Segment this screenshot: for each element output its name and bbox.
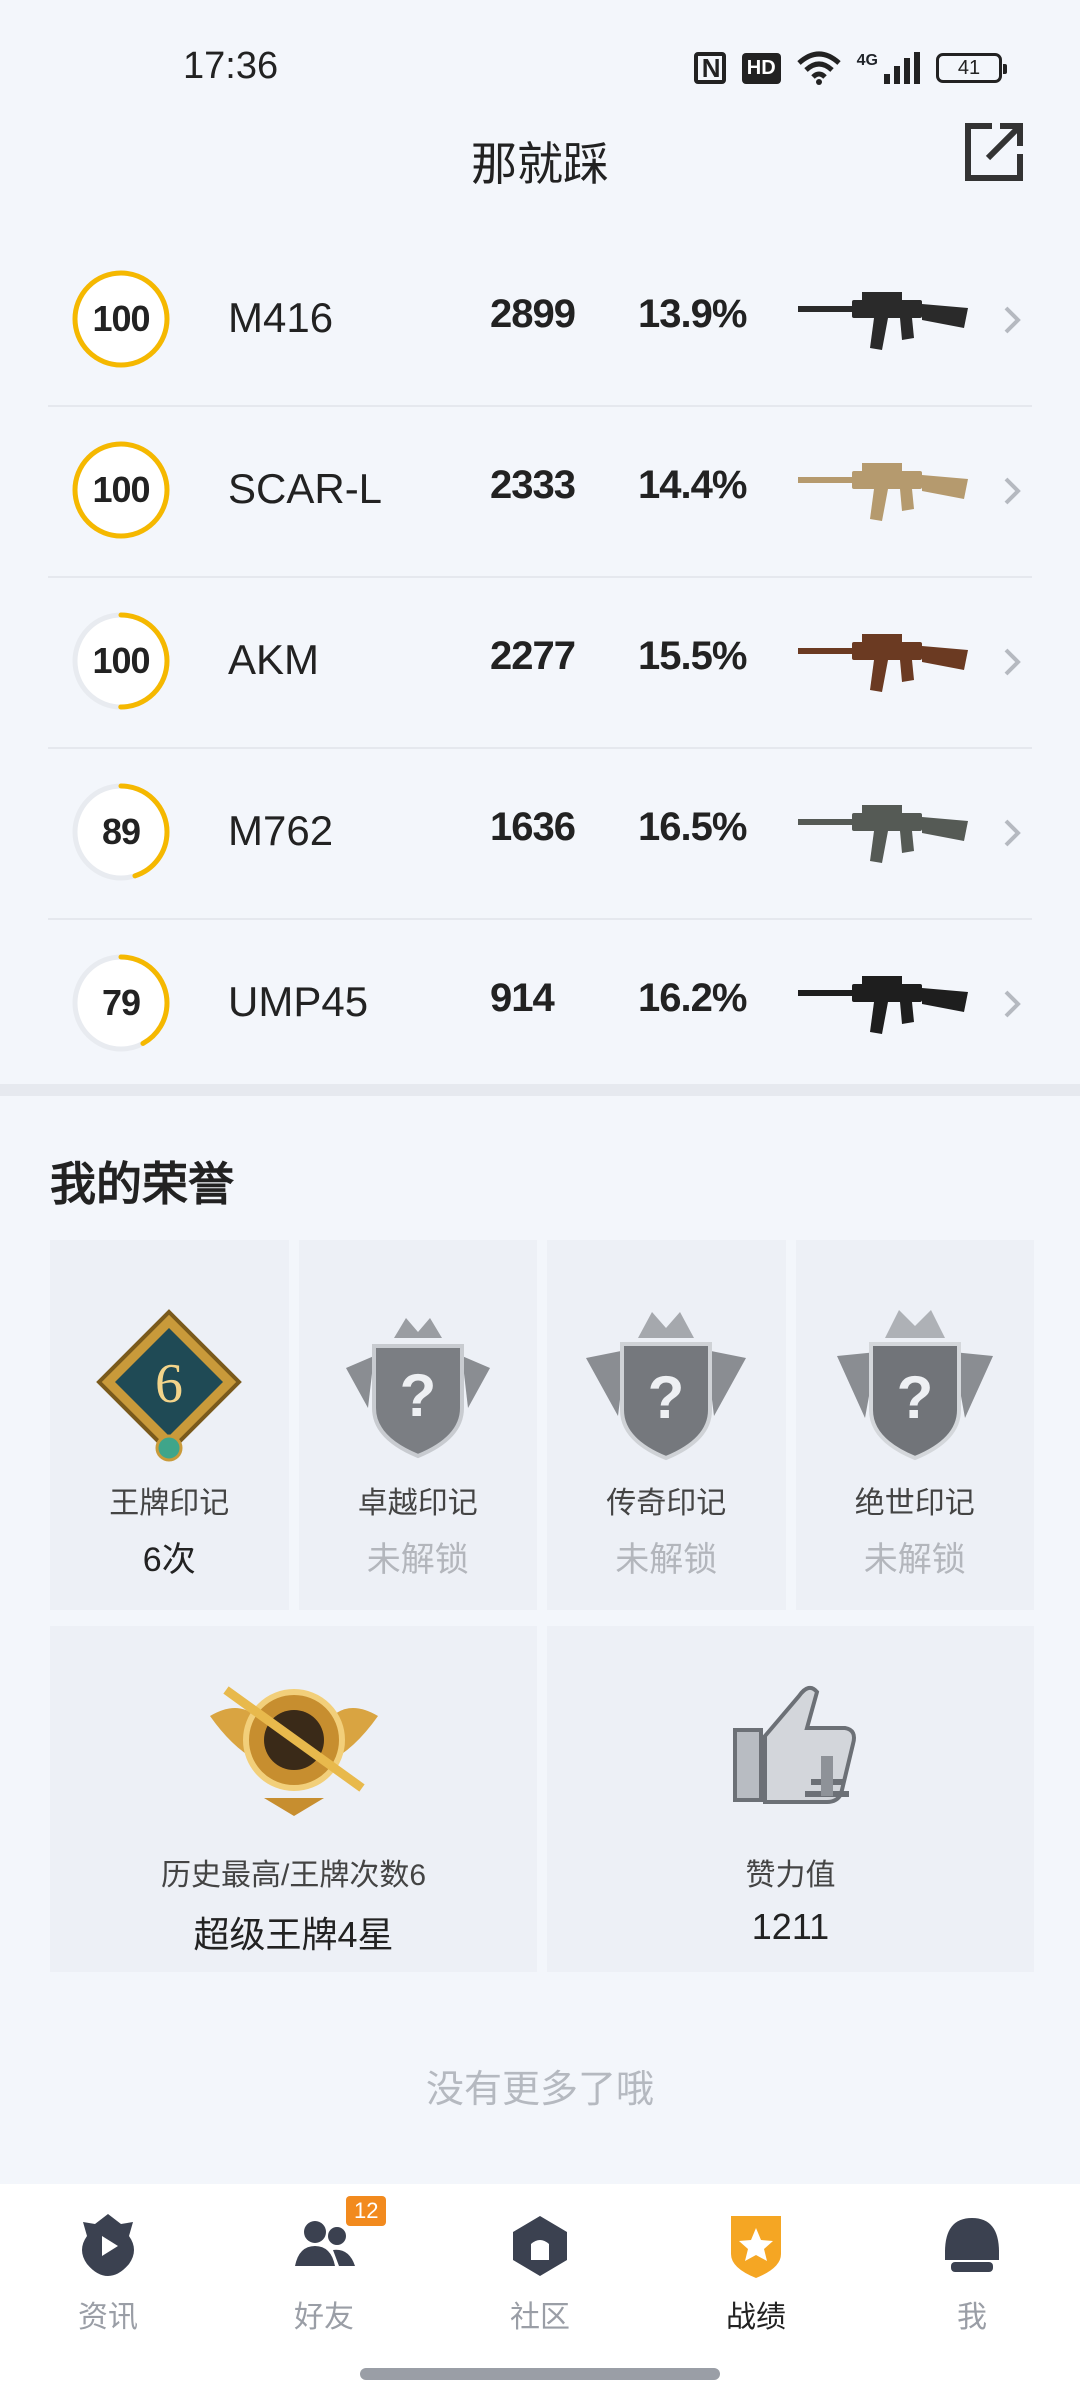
honor-label: 王牌印记	[109, 1487, 230, 1520]
news-icon	[82, 2214, 134, 2276]
weapon-name: M762	[228, 807, 334, 854]
page-title: 那就踩	[471, 138, 609, 190]
svg-text:?: ?	[896, 1364, 933, 1431]
weapon-kills: 914	[490, 976, 555, 1020]
locked-mark-badge-icon: ?	[345, 1318, 490, 1459]
honor-value: 未解锁	[863, 1541, 966, 1579]
honor-card-legend[interactable]: ? 传奇印记 未解锁	[547, 1240, 786, 1610]
nav-label: 战绩	[726, 2301, 786, 2334]
profile-icon	[945, 2218, 999, 2272]
friends-count-badge: 12	[346, 2196, 387, 2226]
likes-label: 赞力值	[745, 1859, 836, 1892]
chevron-right-icon	[1004, 477, 1021, 505]
honor-card-excellence[interactable]: ? 卓越印记 未解锁	[298, 1240, 537, 1610]
weapon-kills: 2333	[490, 463, 576, 507]
locked-mark-badge-icon: ?	[836, 1310, 993, 1461]
ace-mark-badge-icon: 6	[96, 1309, 243, 1462]
highest-rank-label: 历史最高/王牌次数6	[160, 1859, 427, 1892]
thumbs-up-icon	[732, 1685, 856, 1804]
weapon-rate: 15.5%	[638, 634, 747, 678]
weapon-kills: 2899	[490, 292, 576, 336]
hd-icon: HD	[741, 52, 781, 84]
chevron-right-icon	[1004, 648, 1021, 676]
honor-section-title: 我的荣誉	[50, 1158, 234, 1210]
status-icons: HD 4G 41	[693, 48, 1007, 88]
weapon-row[interactable]: 100 AKM 2277 15.5%	[48, 578, 1032, 749]
status-bar: 17:36 HD 4G 41	[0, 0, 1080, 130]
nav-label: 好友	[294, 2301, 354, 2334]
highest-rank-value: 超级王牌4星	[193, 1914, 394, 1955]
signal-icon: 4G	[857, 52, 920, 84]
svg-text:?: ?	[648, 1364, 685, 1431]
highest-rank-card[interactable]: 历史最高/王牌次数6 超级王牌4星	[50, 1626, 537, 1972]
weapon-image-icon	[798, 805, 968, 863]
weapon-score: 100	[92, 640, 150, 681]
weapon-name: SCAR-L	[228, 465, 383, 512]
weapon-score: 79	[101, 982, 141, 1023]
end-of-list-text: 没有更多了哦	[425, 2069, 654, 2111]
chevron-right-icon	[1004, 306, 1021, 334]
battery-icon: 41	[936, 53, 1007, 83]
weapon-score: 89	[101, 811, 141, 852]
header: 那就踩	[0, 120, 1080, 200]
weapon-score: 100	[92, 298, 150, 339]
weapon-row[interactable]: 100 SCAR-L 2333 14.4%	[48, 407, 1032, 578]
chevron-right-icon	[1004, 819, 1021, 847]
wifi-icon	[796, 51, 841, 85]
weapon-kills: 2277	[490, 634, 576, 678]
home-indicator[interactable]	[360, 2368, 720, 2380]
section-divider	[0, 1084, 1080, 1096]
weapon-image-icon	[798, 463, 968, 521]
record-icon	[731, 2216, 781, 2278]
weapon-image-icon	[798, 976, 968, 1034]
honor-label: 传奇印记	[606, 1487, 727, 1520]
weapon-name: UMP45	[228, 978, 369, 1025]
nav-label: 我	[957, 2301, 987, 2334]
community-icon	[513, 2216, 567, 2276]
weapon-image-icon	[798, 634, 968, 692]
honor-card-peerless[interactable]: ? 绝世印记 未解锁	[795, 1240, 1034, 1610]
ace-rank-badge-icon	[209, 1686, 378, 1816]
honor-value: 未解锁	[366, 1541, 469, 1579]
weapon-rate: 13.9%	[638, 292, 747, 336]
likes-card[interactable]: 赞力值 1211	[547, 1626, 1034, 1972]
chevron-right-icon	[1004, 990, 1021, 1018]
weapon-row[interactable]: 100 M416 2899 13.9%	[48, 236, 1032, 407]
weapon-rate: 16.2%	[638, 976, 747, 1020]
honor-value: 6次	[142, 1541, 196, 1579]
share-icon[interactable]	[962, 120, 1026, 184]
weapon-name: M416	[228, 294, 334, 341]
honor-label: 卓越印记	[357, 1487, 478, 1520]
weapon-score: 100	[92, 469, 150, 510]
honor-label: 绝世印记	[854, 1487, 975, 1520]
weapon-list: 100 M416 2899 13.9% 100 SCAR-L 2333 14.4% 100 AKM…	[48, 236, 1032, 1091]
weapon-row[interactable]: 89 M762 1636 16.5%	[48, 749, 1032, 920]
likes-value: 1211	[751, 1906, 830, 1947]
nav-item-news[interactable]: 资讯	[0, 2184, 216, 2400]
honor-marks-grid: 6 王牌印记 6次 ? 卓越印记 未解锁 ? 传奇印记 未解锁 ? 绝世印记 未…	[50, 1240, 1034, 1610]
nav-label: 资讯	[78, 2301, 138, 2334]
honor-value: 未解锁	[615, 1541, 718, 1579]
nav-item-profile[interactable]: 我	[864, 2184, 1080, 2400]
weapon-row[interactable]: 79 UMP45 914 16.2%	[48, 920, 1032, 1091]
weapon-kills: 1636	[490, 805, 576, 849]
honor-stats-grid: 历史最高/王牌次数6 超级王牌4星 赞力值 1211	[50, 1626, 1034, 1972]
weapon-image-icon	[798, 292, 968, 350]
svg-text:?: ?	[399, 1362, 436, 1429]
locked-mark-badge-icon: ?	[586, 1312, 747, 1461]
nfc-icon	[693, 52, 726, 84]
nav-label: 社区	[510, 2301, 570, 2334]
status-time: 17:36	[183, 45, 279, 87]
svg-text:6: 6	[155, 1353, 183, 1415]
honor-card-ace[interactable]: 6 王牌印记 6次	[50, 1240, 289, 1610]
weapon-rate: 16.5%	[638, 805, 747, 849]
weapon-rate: 14.4%	[638, 463, 747, 507]
weapon-name: AKM	[228, 636, 320, 683]
